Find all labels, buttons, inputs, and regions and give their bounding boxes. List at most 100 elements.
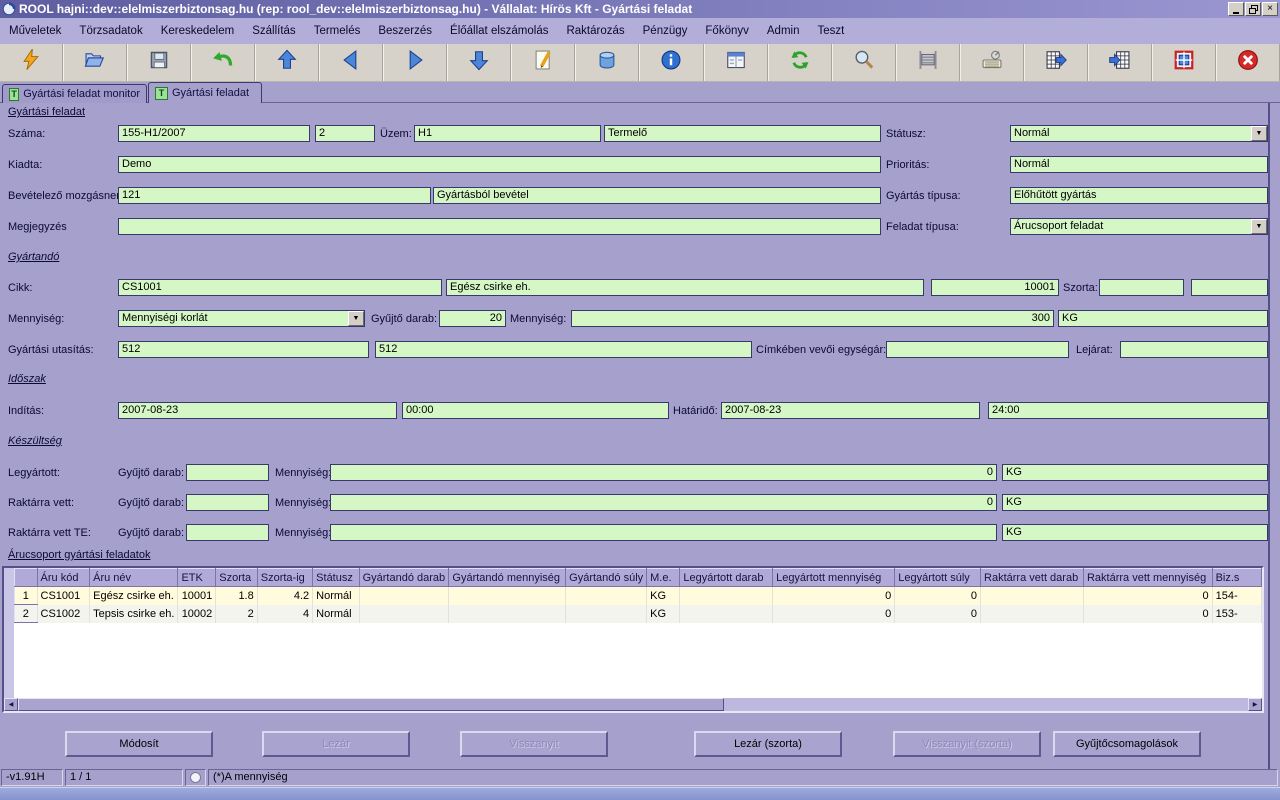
col-raktarra-vett-mennyiseg[interactable]: Raktárra vett mennyiség bbox=[1083, 569, 1212, 587]
toolbar-button-last[interactable] bbox=[447, 44, 511, 81]
toolbar-button-cancel[interactable] bbox=[1216, 44, 1280, 81]
toolbar-button-import-table[interactable] bbox=[1088, 44, 1152, 81]
toolbar-button-form-view[interactable] bbox=[704, 44, 768, 81]
cell-me[interactable]: KG bbox=[647, 587, 680, 605]
cell-aru-nev[interactable]: Tepsis csirke eh. bbox=[90, 605, 178, 623]
cell-etk[interactable]: 10002 bbox=[178, 605, 216, 623]
cell-raktarra-vett-darab[interactable] bbox=[981, 587, 1084, 605]
cell-raktarra-vett-mennyiseg[interactable]: 0 bbox=[1083, 605, 1212, 623]
menu-szallitas[interactable]: Szállítás bbox=[243, 25, 304, 37]
gyartas-tipusa-input[interactable]: Előhűtött gyártás bbox=[1010, 187, 1268, 204]
menu-kereskedelem[interactable]: Kereskedelem bbox=[152, 25, 244, 37]
table-left-scrollbar[interactable] bbox=[4, 568, 14, 698]
raktarra-te-unit-input[interactable]: KG bbox=[1002, 524, 1268, 541]
menu-teszt[interactable]: Teszt bbox=[808, 25, 853, 37]
cell-legyartott-suly[interactable]: 0 bbox=[895, 605, 981, 623]
toolbar-button-save[interactable] bbox=[127, 44, 191, 81]
toolbar-button-flash[interactable] bbox=[0, 44, 63, 81]
col-statusz[interactable]: Státusz bbox=[313, 569, 359, 587]
raktarra-te-menny-input[interactable] bbox=[330, 524, 997, 541]
menu-muveletek[interactable]: Műveletek bbox=[0, 25, 70, 37]
cell-szorta[interactable]: 2 bbox=[216, 605, 257, 623]
modosit-button[interactable]: Módosít bbox=[65, 731, 213, 757]
mennyiseg-value-input[interactable]: 300 bbox=[571, 310, 1054, 327]
szama-sub-input[interactable]: 2 bbox=[315, 125, 375, 142]
toolbar-button-next[interactable] bbox=[383, 44, 447, 81]
menu-raktarozas[interactable]: Raktározás bbox=[557, 25, 633, 37]
col-legyartott-mennyiseg[interactable]: Legyártott mennyiség bbox=[773, 569, 895, 587]
restore-button[interactable] bbox=[1245, 2, 1261, 16]
menu-penzugy[interactable]: Pénzügy bbox=[634, 25, 697, 37]
col-szorta-ig[interactable]: Szorta-ig bbox=[257, 569, 312, 587]
col-etk[interactable]: ETK bbox=[178, 569, 216, 587]
cimke-input[interactable] bbox=[886, 341, 1069, 358]
menu-beszerzes[interactable]: Beszerzés bbox=[369, 25, 441, 37]
cell-legyartott-darab[interactable] bbox=[680, 587, 773, 605]
raktarra-menny-input[interactable]: 0 bbox=[330, 494, 997, 511]
cell-gyartando-suly[interactable] bbox=[566, 605, 647, 623]
cell-statusz[interactable]: Normál bbox=[313, 605, 359, 623]
gyujtocsomagolasok-button[interactable]: Gyűjtőcsomagolások bbox=[1053, 731, 1201, 757]
scroll-left-button[interactable]: ◀ bbox=[4, 698, 18, 711]
inditas-date-input[interactable]: 2007-08-23 bbox=[118, 402, 397, 419]
cikk-name-input[interactable]: Egész csirke eh. bbox=[446, 279, 924, 296]
cell-szorta-ig[interactable]: 4 bbox=[257, 605, 312, 623]
cell-gyartando-suly[interactable] bbox=[566, 587, 647, 605]
legyartott-unit-input[interactable]: KG bbox=[1002, 464, 1268, 481]
toolbar-button-info[interactable] bbox=[639, 44, 703, 81]
szorta-to-input[interactable] bbox=[1191, 279, 1268, 296]
cell-gyartando-darab[interactable] bbox=[359, 587, 449, 605]
chevron-down-icon[interactable]: ▼ bbox=[1251, 219, 1267, 234]
cell-aru-kod[interactable]: CS1002 bbox=[37, 605, 90, 623]
utasitas-code-input[interactable]: 512 bbox=[118, 341, 369, 358]
col-gyartando-suly[interactable]: Gyártandó súly bbox=[566, 569, 647, 587]
col-szorta[interactable]: Szorta bbox=[216, 569, 257, 587]
szorta-from-input[interactable] bbox=[1099, 279, 1184, 296]
hatarido-time-input[interactable]: 24:00 bbox=[988, 402, 1268, 419]
toolbar-button-database[interactable] bbox=[575, 44, 639, 81]
uzem-code-input[interactable]: H1 bbox=[414, 125, 601, 142]
szama-input[interactable]: 155-H1/2007 bbox=[118, 125, 310, 142]
col-raktarra-vett-darab[interactable]: Raktárra vett darab bbox=[981, 569, 1084, 587]
cikk-etk-input[interactable]: 10001 bbox=[931, 279, 1059, 296]
cell-legyartott-mennyiseg[interactable]: 0 bbox=[773, 587, 895, 605]
cell-biz-s[interactable]: 154- bbox=[1212, 587, 1261, 605]
tab-gyartasi-feladat-monitor[interactable]: T Gyártási feladat monitor bbox=[2, 84, 147, 103]
raktarra-gyujto-input[interactable] bbox=[186, 494, 269, 511]
raktarra-unit-input[interactable]: KG bbox=[1002, 494, 1268, 511]
col-biz-s[interactable]: Biz.s bbox=[1212, 569, 1261, 587]
megjegyzes-input[interactable] bbox=[118, 218, 881, 235]
statusz-select[interactable]: Normál ▼ bbox=[1010, 125, 1268, 142]
cell-me[interactable]: KG bbox=[647, 605, 680, 623]
toolbar-button-first[interactable] bbox=[255, 44, 319, 81]
minimize-button[interactable] bbox=[1228, 2, 1244, 16]
gyujto-darab-input[interactable]: 20 bbox=[439, 310, 506, 327]
toolbar-button-undo[interactable] bbox=[191, 44, 255, 81]
mennyiseg-unit-input[interactable]: KG bbox=[1058, 310, 1268, 327]
lezar-szorta-button[interactable]: Lezár (szorta) bbox=[694, 731, 842, 757]
prioritas-input[interactable]: Normál bbox=[1010, 156, 1268, 173]
cell-legyartott-darab[interactable] bbox=[680, 605, 773, 623]
tab-gyartasi-feladat[interactable]: T Gyártási feladat bbox=[148, 82, 262, 103]
menu-termeles[interactable]: Termelés bbox=[305, 25, 370, 37]
row-selector[interactable]: 1 bbox=[15, 587, 38, 605]
menu-eloallat[interactable]: Élőállat elszámolás bbox=[441, 25, 557, 37]
col-legyartott-suly[interactable]: Legyártott súly bbox=[895, 569, 981, 587]
menu-admin[interactable]: Admin bbox=[758, 25, 809, 37]
hatarido-date-input[interactable]: 2007-08-23 bbox=[721, 402, 980, 419]
menu-torzsadatok[interactable]: Törzsadatok bbox=[70, 25, 151, 37]
scroll-right-button[interactable]: ▶ bbox=[1248, 698, 1262, 711]
cell-etk[interactable]: 10001 bbox=[178, 587, 216, 605]
uzem-name-input[interactable]: Termelő bbox=[604, 125, 881, 142]
raktarra-te-gyujto-input[interactable] bbox=[186, 524, 269, 541]
toolbar-button-prev[interactable] bbox=[319, 44, 383, 81]
kiadta-input[interactable]: Demo bbox=[118, 156, 881, 173]
col-aru-kod[interactable]: Áru kód bbox=[37, 569, 90, 587]
cell-gyartando-mennyiseg[interactable] bbox=[449, 605, 566, 623]
toolbar-button-window-mode[interactable] bbox=[1152, 44, 1216, 81]
mennyiseg-mode-select[interactable]: Mennyiségi korlát ▼ bbox=[118, 310, 365, 327]
toolbar-button-calculator[interactable] bbox=[960, 44, 1024, 81]
table-row[interactable]: 1 CS1001 Egész csirke eh. 10001 1.8 4.2 … bbox=[15, 587, 1262, 605]
cell-biz-s[interactable]: 153- bbox=[1212, 605, 1261, 623]
close-button[interactable]: × bbox=[1262, 2, 1278, 16]
